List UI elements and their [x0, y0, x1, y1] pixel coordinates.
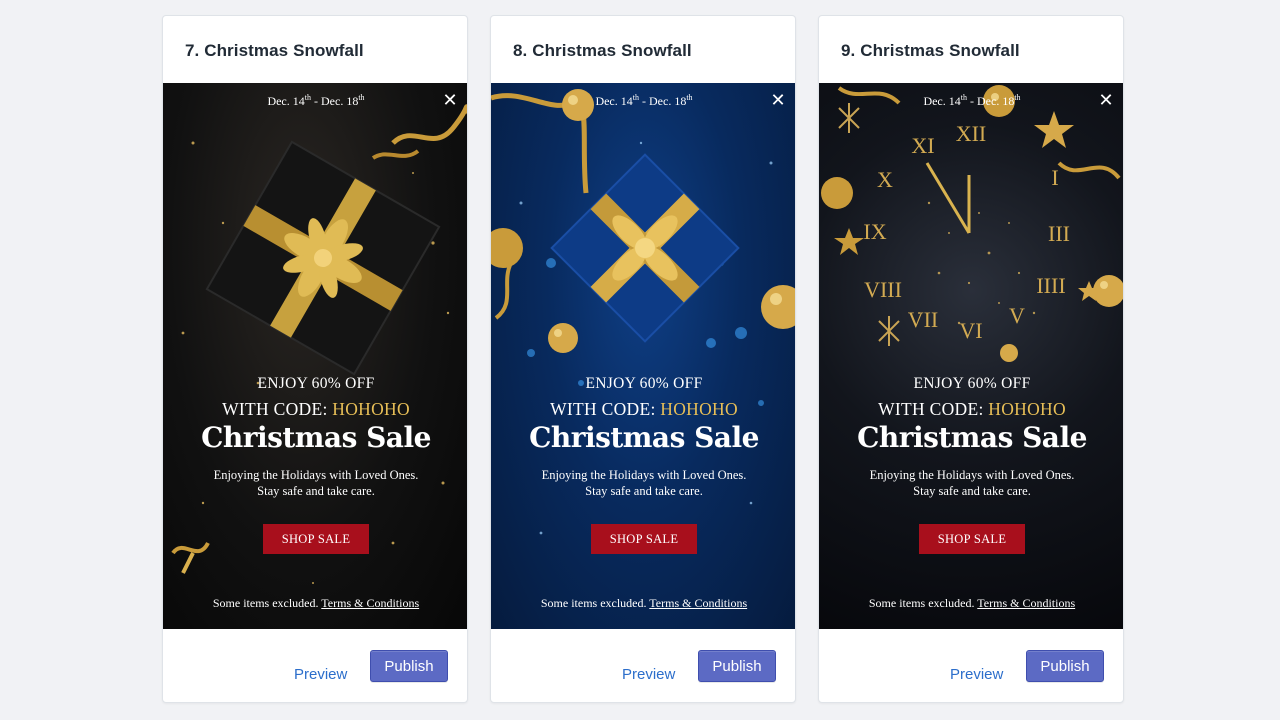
- card-actions: Preview Publish: [491, 629, 795, 702]
- template-card-8: 8. Christmas Snowfall Dec. 14th - Dec. 1…: [490, 15, 796, 703]
- publish-button[interactable]: Publish: [698, 650, 776, 682]
- svg-text:IIII: IIII: [1036, 273, 1065, 298]
- discount-code: HOHOHO: [332, 399, 410, 419]
- template-card-9: 9. Christmas Snowfall XII I III IIII V V…: [818, 15, 1124, 703]
- card-title: 8. Christmas Snowfall: [513, 41, 692, 60]
- popup-footer: Some items excluded. Terms & Conditions: [540, 596, 748, 610]
- preview-link[interactable]: Preview: [294, 666, 347, 683]
- offer-text: ENJOY 60% OFF: [257, 375, 375, 392]
- offer-text: ENJOY 60% OFF: [585, 375, 703, 392]
- popup-preview: Dec. 14th - Dec. 18th ✕ ENJOY 60% OFF WI…: [163, 83, 467, 629]
- terms-link[interactable]: Terms & Conditions: [649, 596, 747, 610]
- code-line: WITH CODE: HOHOHO: [222, 399, 410, 419]
- template-card-7: 7. Christmas Snowfall Dec. 14th - Dec. 1…: [162, 15, 468, 703]
- terms-link[interactable]: Terms & Conditions: [321, 596, 419, 610]
- svg-text:X: X: [877, 167, 893, 192]
- svg-text:V: V: [1009, 303, 1025, 328]
- preview-link[interactable]: Preview: [950, 666, 1003, 683]
- popup-preview: XII I III IIII V VI VII VIII IX X XI Dec…: [819, 83, 1123, 629]
- popup-footer: Some items excluded. Terms & Conditions: [212, 596, 420, 610]
- svg-text:XI: XI: [911, 133, 934, 158]
- close-icon[interactable]: ✕: [1097, 91, 1115, 109]
- subtext: Enjoying the Holidays with Loved Ones. S…: [541, 468, 747, 498]
- preview-link[interactable]: Preview: [622, 666, 675, 683]
- card-title: 9. Christmas Snowfall: [841, 41, 1020, 60]
- svg-text:I: I: [1051, 165, 1058, 190]
- discount-code: HOHOHO: [988, 399, 1066, 419]
- svg-text:VIII: VIII: [864, 277, 902, 302]
- promo-dates: Dec. 14th - Dec. 18th: [267, 93, 365, 108]
- card-actions: Preview Publish: [163, 629, 467, 702]
- popup-footer: Some items excluded. Terms & Conditions: [868, 596, 1076, 610]
- publish-button[interactable]: Publish: [1026, 650, 1104, 682]
- shop-sale-button[interactable]: SHOP SALE: [919, 524, 1025, 554]
- svg-text:IX: IX: [863, 219, 886, 244]
- close-icon[interactable]: ✕: [769, 91, 787, 109]
- discount-code: HOHOHO: [660, 399, 738, 419]
- promo-dates: Dec. 14th - Dec. 18th: [923, 93, 1021, 108]
- shop-sale-button[interactable]: SHOP SALE: [591, 524, 697, 554]
- card-title: 7. Christmas Snowfall: [185, 41, 364, 60]
- svg-text:III: III: [1048, 221, 1070, 246]
- shop-sale-button[interactable]: SHOP SALE: [263, 524, 369, 554]
- close-icon[interactable]: ✕: [441, 91, 459, 109]
- subtext: Enjoying the Holidays with Loved Ones. S…: [869, 468, 1075, 498]
- svg-text:VI: VI: [959, 318, 982, 343]
- card-actions: Preview Publish: [819, 629, 1123, 702]
- svg-text:XII: XII: [956, 121, 987, 146]
- subtext: Enjoying the Holidays with Loved Ones. S…: [213, 468, 419, 498]
- svg-text:VII: VII: [908, 307, 939, 332]
- offer-text: ENJOY 60% OFF: [913, 375, 1031, 392]
- publish-button[interactable]: Publish: [370, 650, 448, 682]
- code-line: WITH CODE: HOHOHO: [878, 399, 1066, 419]
- headline: Christmas Sale: [529, 421, 759, 454]
- code-line: WITH CODE: HOHOHO: [550, 399, 738, 419]
- terms-link[interactable]: Terms & Conditions: [977, 596, 1075, 610]
- popup-preview: Dec. 14th - Dec. 18th ✕ ENJOY 60% OFF WI…: [491, 83, 795, 629]
- promo-dates: Dec. 14th - Dec. 18th: [595, 93, 693, 108]
- headline: Christmas Sale: [857, 421, 1087, 454]
- headline: Christmas Sale: [201, 421, 431, 454]
